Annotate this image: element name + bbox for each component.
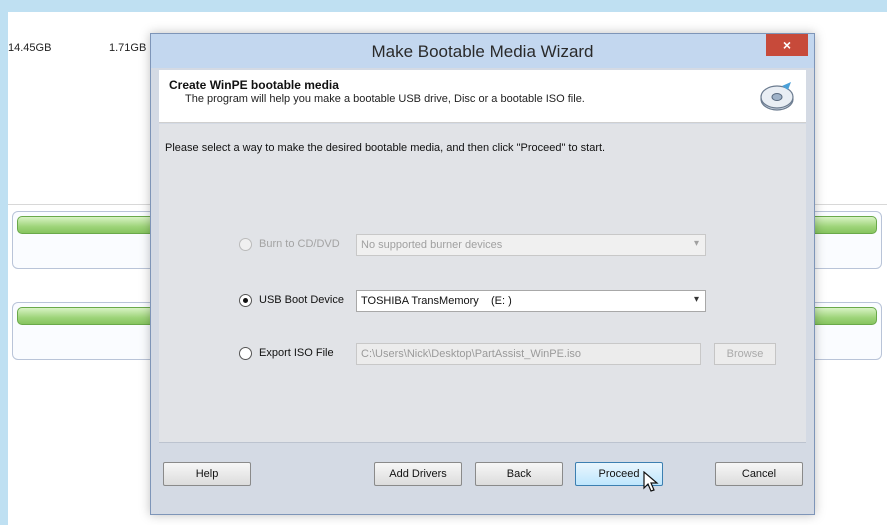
chevron-down-icon: ▾ bbox=[693, 294, 699, 305]
burner-device-value: No supported burner devices bbox=[361, 239, 503, 251]
burner-device-select[interactable]: No supported burner devices ▾ bbox=[356, 234, 706, 256]
footer-divider bbox=[159, 442, 806, 443]
bootable-disc-icon bbox=[760, 82, 794, 111]
instruction-text: Please select a way to make the desired … bbox=[165, 142, 606, 154]
mouse-cursor-icon bbox=[643, 471, 659, 492]
iso-radio[interactable] bbox=[239, 347, 252, 360]
dialog-header: Create WinPE bootable media The program … bbox=[159, 70, 806, 123]
dialog-titlebar[interactable]: Make Bootable Media Wizard × bbox=[151, 34, 814, 68]
dialog-title: Make Bootable Media Wizard bbox=[371, 42, 594, 61]
disk-used-value: 1.71GB bbox=[109, 42, 147, 54]
bootable-media-dialog: Make Bootable Media Wizard × Create WinP… bbox=[150, 33, 815, 515]
burn-label: Burn to CD/DVD bbox=[259, 238, 340, 250]
disk-capacity-value: 14.45GB bbox=[8, 42, 52, 54]
iso-label: Export ISO File bbox=[259, 347, 334, 359]
chevron-down-icon: ▾ bbox=[693, 238, 699, 249]
burn-radio[interactable] bbox=[239, 238, 252, 251]
cancel-button[interactable]: Cancel bbox=[715, 462, 803, 486]
header-subtitle: The program will help you make a bootabl… bbox=[185, 93, 585, 105]
header-title: Create WinPE bootable media bbox=[169, 78, 339, 92]
browse-button[interactable]: Browse bbox=[714, 343, 776, 365]
back-button[interactable]: Back bbox=[475, 462, 563, 486]
add-drivers-button[interactable]: Add Drivers bbox=[374, 462, 462, 486]
help-button[interactable]: Help bbox=[163, 462, 251, 486]
usb-device-select[interactable]: TOSHIBA TransMemory (E: ) ▾ bbox=[356, 290, 706, 312]
dialog-body: Please select a way to make the desired … bbox=[159, 124, 806, 442]
usb-radio[interactable] bbox=[239, 294, 252, 307]
iso-path-input[interactable]: C:\Users\Nick\Desktop\PartAssist_WinPE.i… bbox=[356, 343, 701, 365]
close-button[interactable]: × bbox=[766, 34, 808, 56]
usb-label: USB Boot Device bbox=[259, 294, 344, 306]
iso-path-value: C:\Users\Nick\Desktop\PartAssist_WinPE.i… bbox=[361, 348, 582, 360]
usb-device-value: TOSHIBA TransMemory (E: ) bbox=[361, 295, 512, 307]
